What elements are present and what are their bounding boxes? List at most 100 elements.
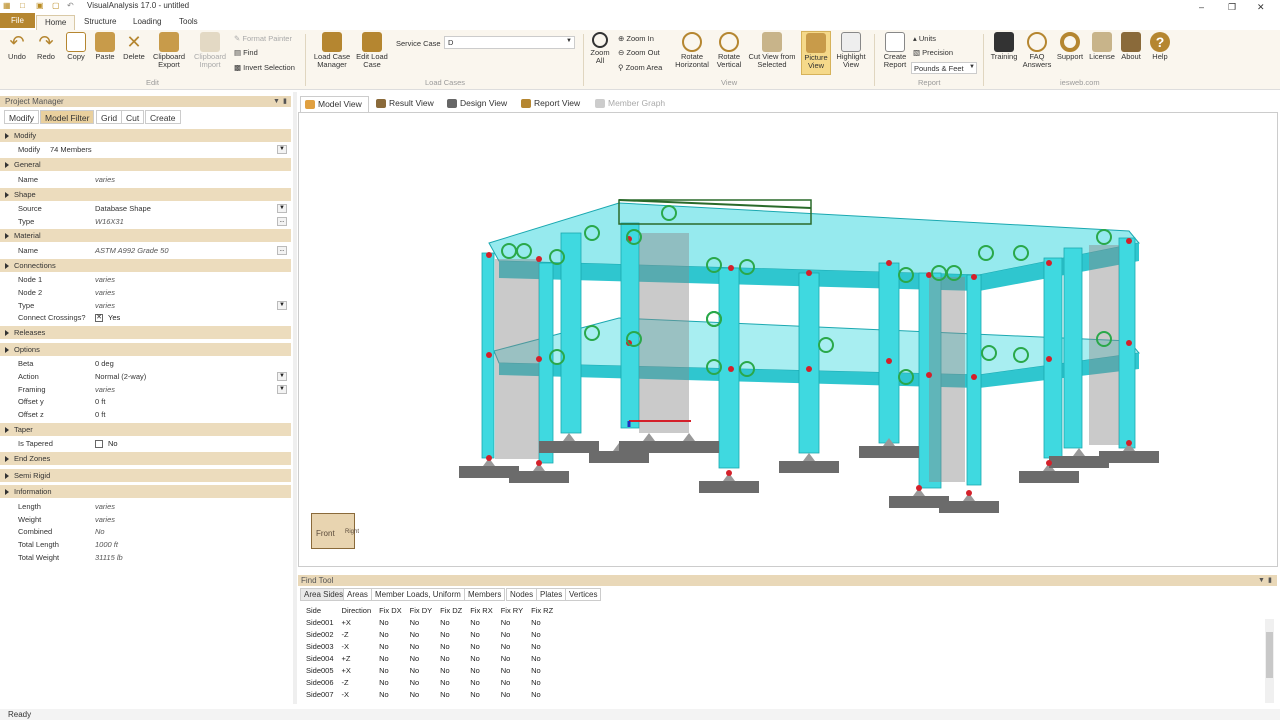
tab-structure[interactable]: Structure bbox=[76, 15, 124, 30]
category-end-zones[interactable]: End Zones bbox=[0, 452, 291, 465]
property-offset-z[interactable]: Offset z 0 ft bbox=[0, 408, 291, 421]
help-button[interactable]: ? Help bbox=[1148, 32, 1172, 61]
node-marker[interactable] bbox=[806, 270, 812, 276]
tab-areas[interactable]: Areas bbox=[343, 588, 372, 601]
property-type[interactable]: Type W16X31... bbox=[0, 215, 291, 228]
checkbox-checked[interactable]: ✕ bbox=[95, 314, 103, 322]
node-marker[interactable] bbox=[1046, 260, 1052, 266]
table-row[interactable]: Side006 -Z No No No No No No bbox=[302, 676, 557, 688]
about-button[interactable]: About bbox=[1118, 32, 1144, 61]
copy-button[interactable]: Copy bbox=[63, 32, 89, 61]
node-marker[interactable] bbox=[536, 256, 542, 262]
tab-member-graph[interactable]: Member Graph bbox=[591, 96, 671, 112]
checkbox-unchecked[interactable] bbox=[95, 440, 103, 448]
node-marker[interactable] bbox=[1046, 356, 1052, 362]
close-button[interactable]: ✕ bbox=[1257, 2, 1265, 13]
column-header[interactable]: Fix RX bbox=[466, 604, 497, 616]
table-row[interactable]: Side003 -X No No No No No No bbox=[302, 640, 557, 652]
maximize-button[interactable]: ❐ bbox=[1228, 2, 1236, 13]
tab-loading[interactable]: Loading bbox=[125, 15, 169, 30]
tab-member-loads[interactable]: Member Loads, Uniform bbox=[371, 588, 465, 601]
clipboard-export-button[interactable]: Clipboard Export bbox=[150, 32, 188, 69]
chevron-down-icon[interactable]: ▼ bbox=[1258, 575, 1265, 586]
tab-result-view[interactable]: Result View bbox=[372, 96, 440, 112]
view-cube[interactable]: Front Right bbox=[311, 513, 359, 549]
find-button[interactable]: ▤ Find bbox=[234, 48, 258, 57]
license-button[interactable]: License bbox=[1087, 32, 1117, 61]
view-cube-right[interactable]: Right bbox=[345, 529, 359, 535]
category-options[interactable]: Options bbox=[0, 343, 291, 356]
pin-icon[interactable]: ▮ bbox=[283, 96, 287, 107]
property-beta[interactable]: Beta 0 deg bbox=[0, 357, 291, 370]
node-marker[interactable] bbox=[926, 372, 932, 378]
property-offset-y[interactable]: Offset y 0 ft bbox=[0, 395, 291, 408]
property-node1[interactable]: Node 1 varies bbox=[0, 273, 291, 286]
property-is-tapered[interactable]: Is Tapered No bbox=[0, 437, 291, 450]
property-length[interactable]: Length varies bbox=[0, 500, 291, 513]
ellipsis-icon[interactable]: ... bbox=[277, 217, 287, 226]
category-material[interactable]: Material bbox=[0, 229, 291, 242]
column-header[interactable]: Side bbox=[302, 604, 338, 616]
unit-system-select[interactable]: Pounds & Feet ▼ bbox=[911, 62, 977, 74]
node-marker[interactable] bbox=[1046, 460, 1052, 466]
edit-load-case-button[interactable]: Edit Load Case bbox=[354, 32, 390, 69]
node-marker[interactable] bbox=[536, 356, 542, 362]
redo-button[interactable]: ↷ Redo bbox=[33, 32, 59, 61]
tab-area-sides[interactable]: Area Sides bbox=[300, 588, 348, 601]
panel-splitter[interactable] bbox=[293, 92, 297, 704]
node-marker[interactable] bbox=[916, 485, 922, 491]
category-connections[interactable]: Connections bbox=[0, 259, 291, 272]
rotate-vertical-button[interactable]: Rotate Vertical bbox=[713, 32, 745, 69]
column-header[interactable]: Direction bbox=[338, 604, 376, 616]
highlight-view-button[interactable]: Highlight View bbox=[833, 32, 869, 69]
zoom-out-button[interactable]: ⊖ Zoom Out bbox=[618, 48, 660, 57]
property-node2[interactable]: Node 2 varies bbox=[0, 286, 291, 299]
node-marker[interactable] bbox=[1126, 440, 1132, 446]
category-shape[interactable]: Shape bbox=[0, 188, 291, 201]
view-cube-front[interactable]: Front bbox=[316, 529, 335, 538]
node-marker[interactable] bbox=[728, 366, 734, 372]
node-marker[interactable] bbox=[971, 274, 977, 280]
table-row[interactable]: Side002 -Z No No No No No No bbox=[302, 628, 557, 640]
chevron-down-icon[interactable]: ▼ bbox=[277, 301, 287, 310]
zoom-in-button[interactable]: ⊕ Zoom In bbox=[618, 34, 654, 43]
node-marker[interactable] bbox=[886, 358, 892, 364]
column-header[interactable]: Fix RY bbox=[497, 604, 527, 616]
node-marker[interactable] bbox=[971, 374, 977, 380]
tab-report-view[interactable]: Report View bbox=[517, 96, 586, 112]
delete-button[interactable]: ✕ Delete bbox=[121, 32, 147, 61]
tab-tools[interactable]: Tools bbox=[171, 15, 206, 30]
property-total-length[interactable]: Total Length 1000 ft bbox=[0, 538, 291, 551]
ellipsis-icon[interactable]: ... bbox=[277, 246, 287, 255]
undo-button[interactable]: ↶ Undo bbox=[4, 32, 30, 61]
node-marker[interactable] bbox=[486, 352, 492, 358]
table-row[interactable]: Side005 +X No No No No No No bbox=[302, 664, 557, 676]
invert-selection-button[interactable]: ▩ Invert Selection bbox=[234, 63, 295, 72]
minimize-button[interactable]: – bbox=[1199, 2, 1204, 12]
category-releases[interactable]: Releases bbox=[0, 326, 291, 339]
chevron-down-icon[interactable]: ▼ bbox=[277, 385, 287, 394]
save-icon[interactable]: ▣ bbox=[36, 1, 46, 11]
tab-model-view[interactable]: Model View bbox=[300, 96, 369, 112]
pin-icon[interactable]: ▮ bbox=[1268, 575, 1272, 586]
tab-nodes[interactable]: Nodes bbox=[506, 588, 538, 601]
create-report-button[interactable]: Create Report bbox=[879, 32, 911, 69]
load-case-manager-button[interactable]: Load Case Manager bbox=[312, 32, 352, 69]
paste-button[interactable]: Paste bbox=[92, 32, 118, 61]
node-marker[interactable] bbox=[966, 490, 972, 496]
node-marker[interactable] bbox=[1126, 340, 1132, 346]
table-row[interactable]: Side004 +Z No No No No No No bbox=[302, 652, 557, 664]
support-button[interactable]: Support bbox=[1055, 32, 1085, 61]
column-header[interactable]: Fix DY bbox=[406, 604, 437, 616]
property-material-name[interactable]: Name ASTM A992 Grade 50... bbox=[0, 244, 291, 257]
tab-plates[interactable]: Plates bbox=[536, 588, 567, 601]
node-marker[interactable] bbox=[886, 260, 892, 266]
node-marker[interactable] bbox=[806, 366, 812, 372]
picture-view-button[interactable]: Picture View bbox=[801, 31, 831, 75]
node-marker[interactable] bbox=[726, 470, 732, 476]
column-header[interactable]: Fix DX bbox=[375, 604, 406, 616]
new-file-icon[interactable]: □ bbox=[20, 1, 30, 11]
tab-design-view[interactable]: Design View bbox=[443, 96, 513, 112]
property-combined[interactable]: Combined No bbox=[0, 525, 291, 538]
zoom-all-button[interactable]: Zoom All bbox=[588, 32, 612, 65]
